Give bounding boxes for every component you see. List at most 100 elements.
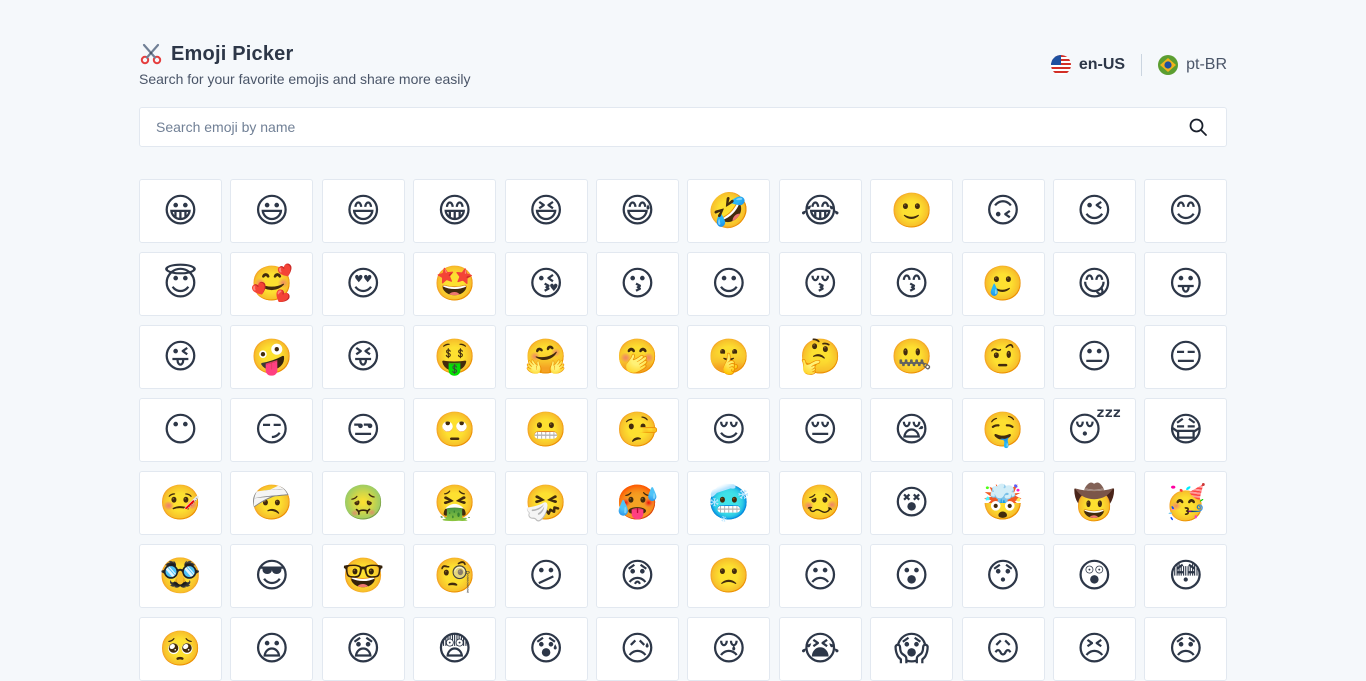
emoji-button[interactable]: 😁	[413, 179, 497, 243]
emoji-button[interactable]: 😳	[1144, 544, 1228, 608]
emoji-button[interactable]: 🧐	[413, 544, 497, 608]
emoji-glyph: 😎	[254, 556, 290, 596]
emoji-button[interactable]: 😮	[870, 544, 954, 608]
emoji-glyph: 🤤	[981, 410, 1025, 450]
app-container: Emoji Picker Search for your favorite em…	[139, 0, 1228, 681]
emoji-button[interactable]: 🥳	[1144, 471, 1228, 535]
emoji-button[interactable]: 🤪	[230, 325, 314, 389]
emoji-button[interactable]: 🙄	[413, 398, 497, 462]
emoji-button[interactable]: 🤫	[687, 325, 771, 389]
emoji-glyph: 🤑	[433, 337, 476, 377]
emoji-button[interactable]: 🤓	[321, 544, 405, 608]
emoji-button[interactable]: 😀	[139, 179, 222, 243]
emoji-button[interactable]: 🥲	[961, 252, 1045, 316]
emoji-button[interactable]: 😨	[413, 617, 497, 681]
emoji-button[interactable]: 😊	[1144, 179, 1228, 243]
emoji-button[interactable]: 😍	[321, 252, 405, 316]
emoji-button[interactable]: 😝	[321, 325, 405, 389]
emoji-glyph: 😀	[162, 191, 199, 231]
emoji-button[interactable]: ☹	[778, 544, 862, 608]
emoji-button[interactable]: 🤤	[961, 398, 1045, 462]
emoji-button[interactable]: 😰	[504, 617, 588, 681]
emoji-button[interactable]: 😏	[230, 398, 314, 462]
emoji-button[interactable]: 😋	[1052, 252, 1136, 316]
emoji-button[interactable]: 🥰	[230, 252, 314, 316]
emoji-button[interactable]: 😌	[687, 398, 771, 462]
emoji-button[interactable]: 🤑	[413, 325, 497, 389]
emoji-button[interactable]: 🤗	[504, 325, 588, 389]
emoji-button[interactable]: 😷	[1144, 398, 1228, 462]
emoji-button[interactable]: 😂	[778, 179, 862, 243]
emoji-button[interactable]: 🥵	[595, 471, 679, 535]
emoji-button[interactable]: 😲	[1052, 544, 1136, 608]
emoji-button[interactable]: 😥	[595, 617, 679, 681]
emoji-button[interactable]: 🤮	[413, 471, 497, 535]
emoji-button[interactable]: 🤕	[230, 471, 314, 535]
emoji-button[interactable]: 😅	[595, 179, 679, 243]
emoji-button[interactable]: 😑	[1144, 325, 1228, 389]
emoji-button[interactable]: 🥺	[139, 617, 222, 681]
emoji-button[interactable]: 🤔	[778, 325, 862, 389]
emoji-button[interactable]: 🤥	[595, 398, 679, 462]
emoji-button[interactable]: 😞	[1144, 617, 1228, 681]
emoji-button[interactable]: 😆	[504, 179, 588, 243]
emoji-button[interactable]: 😬	[504, 398, 588, 462]
emoji-button[interactable]: 😪	[870, 398, 954, 462]
emoji-button[interactable]: 😯	[961, 544, 1045, 608]
emoji-button[interactable]: ☺	[687, 252, 771, 316]
language-option-en-us[interactable]: en-US	[1050, 55, 1125, 75]
emoji-glyph: 🧐	[433, 556, 476, 596]
emoji-button[interactable]: 😣	[1052, 617, 1136, 681]
emoji-button[interactable]: 😄	[321, 179, 405, 243]
emoji-glyph: 😊	[1168, 191, 1204, 231]
emoji-button[interactable]: 🤭	[595, 325, 679, 389]
emoji-button[interactable]: 🤨	[961, 325, 1045, 389]
emoji-button[interactable]: 😧	[321, 617, 405, 681]
emoji-button[interactable]: 😖	[961, 617, 1045, 681]
emoji-button[interactable]: 😘	[504, 252, 588, 316]
emoji-button[interactable]: 😚	[778, 252, 862, 316]
emoji-button[interactable]: 😶	[139, 398, 222, 462]
emoji-button[interactable]: 🥴	[778, 471, 862, 535]
emoji-button[interactable]: 🤩	[413, 252, 497, 316]
emoji-button[interactable]: 🤧	[504, 471, 588, 535]
emoji-button[interactable]: 😢	[687, 617, 771, 681]
emoji-button[interactable]: 😇	[139, 252, 222, 316]
search-input[interactable]	[140, 108, 1188, 146]
emoji-button[interactable]: 😃	[230, 179, 314, 243]
emoji-button[interactable]: 😛	[1144, 252, 1228, 316]
emoji-button[interactable]: 😕	[504, 544, 588, 608]
emoji-glyph: 😜	[162, 337, 199, 377]
emoji-button[interactable]: 😙	[870, 252, 954, 316]
search-icon[interactable]	[1188, 117, 1208, 137]
emoji-button[interactable]: 😦	[230, 617, 314, 681]
emoji-button[interactable]: 🤢	[321, 471, 405, 535]
emoji-button[interactable]: 😔	[778, 398, 862, 462]
emoji-button[interactable]: 🤣	[687, 179, 771, 243]
emoji-button[interactable]: 😱	[870, 617, 954, 681]
emoji-glyph: 🤒	[159, 483, 202, 523]
emoji-button[interactable]: 😒	[321, 398, 405, 462]
emoji-button[interactable]: 🤯	[961, 471, 1045, 535]
emoji-button[interactable]: 🤐	[870, 325, 954, 389]
emoji-button[interactable]: 😉	[1052, 179, 1136, 243]
emoji-button[interactable]: 🙃	[961, 179, 1045, 243]
emoji-button[interactable]: 😭	[778, 617, 862, 681]
emoji-button[interactable]: 🤒	[139, 471, 222, 535]
emoji-glyph: 😪	[893, 410, 930, 450]
emoji-button[interactable]: 🙂	[870, 179, 954, 243]
emoji-button[interactable]: 😐	[1052, 325, 1136, 389]
emoji-glyph: 🙃	[985, 191, 1021, 231]
emoji-button[interactable]: 😗	[595, 252, 679, 316]
emoji-button[interactable]: 🙁	[687, 544, 771, 608]
language-option-pt-br[interactable]: pt-BR	[1158, 55, 1227, 75]
emoji-button[interactable]: 🥸	[139, 544, 222, 608]
emoji-button[interactable]: 😵	[870, 471, 954, 535]
emoji-button[interactable]: 😎	[230, 544, 314, 608]
emoji-button[interactable]: 🥶	[687, 471, 771, 535]
emoji-button[interactable]: 😴	[1052, 398, 1136, 462]
emoji-button[interactable]: 😟	[595, 544, 679, 608]
emoji-button[interactable]: 🤠	[1052, 471, 1136, 535]
emoji-button[interactable]: 😜	[139, 325, 222, 389]
emoji-glyph: 😙	[893, 264, 930, 304]
